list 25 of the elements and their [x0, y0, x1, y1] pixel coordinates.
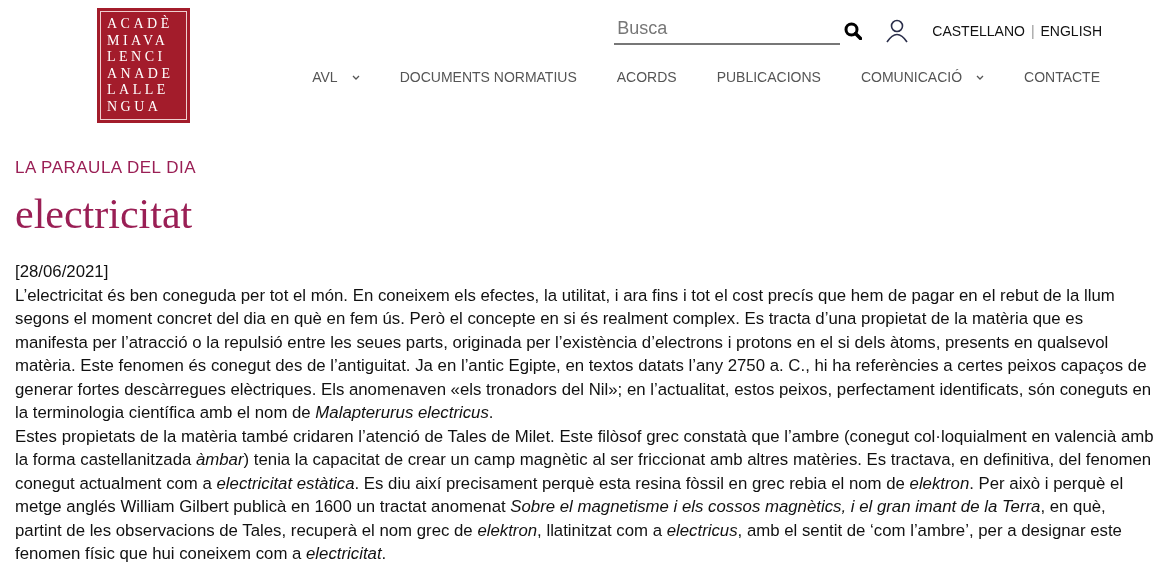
user-icon[interactable] — [886, 18, 909, 43]
academy-logo[interactable]: ACADÈ MIAVA LENCI ANADE LALLE NGUA — [97, 8, 190, 123]
logo-text: LENCI — [107, 50, 167, 65]
chevron-icon — [351, 74, 360, 80]
nav-item[interactable]: ACORDS — [616, 69, 677, 85]
nav-item[interactable]: DOCUMENTS NORMATIUS — [399, 69, 577, 85]
logo-text: ACADÈ — [107, 17, 174, 32]
chevron-icon — [976, 74, 985, 80]
section-heading: LA PARAULA DEL DIA — [15, 158, 197, 178]
nav-item[interactable]: CONTACTE — [1024, 69, 1100, 85]
logo-text: NGUA — [107, 99, 163, 114]
nav-item[interactable]: AVL — [312, 69, 360, 85]
date: [28/06/2021] — [15, 261, 110, 283]
logo-text: MIAVA — [107, 33, 170, 48]
nav-item[interactable]: PUBLICACIONS — [716, 69, 821, 85]
separator: | — [1030, 22, 1035, 39]
paragraph: L’electricitat és ben coneguda per tot el món. En coneixem els efectes, la utilitat, i ara fins i tot el cost precís que hem de pagar en el rebut de la llum segons el moment concret del dia en què en fem ús. Però el concepte en si és realment complex. Es tracta d’una propietat de la matèria que es manifesta per l’atracció o la repulsió entre les seues parts, originada per l’existència d’electrons i protons en el si dels àtoms, presents en qualsevol matèria. Este fenomen és conegut des de l’antiguitat. Ja en l’antic Egipte, en textos datats l’any 2750 a. C., hi ha referències a certes peixos capaços de generar fortes descàrregues elèctriques. Els anomenaven «els tronadors del Nil»; en l’actualitat, estos peixos, perfectament identificats, són coneguts en la terminologia científica amb el nom de Malapterurus electricus. — [15, 284, 1153, 424]
language-link[interactable]: ENGLISH — [1040, 22, 1102, 39]
language-link[interactable]: CASTELLANO — [932, 22, 1025, 39]
logo-text: ANADE — [107, 66, 175, 81]
search-icon[interactable] — [844, 21, 863, 40]
paragraph: Estes propietats de la matèria també cridaren l’atenció de Tales de Milet. Este filòsof grec constatà que l’ambre (conegut col·loquialment en valencià amb la forma castellanitzada àmbar) tenia la capacitat de crear un camp magnètic al ser friccionat amb altres matèries. Es tractava, en definitiva, del fenomen conegut actualment com a electricitat estàtica. Es diu així precisament perquè esta resina fòssil en grec rebia el nom de elektron. Per això i perquè el metge anglés William Gilbert publicà en 1600 un tractat anomenat Sobre el magnetisme i els cossos magnètics, i el gran imant de la Terra, en què, partint de les observacions de Tales, recuperà el nom grec de elektron, llatinitzat com a electricus, amb el sentit de ‘com l’ambre’, per a designar este fenomen físic que hui coneixem com a electricitat. — [15, 425, 1155, 565]
nav-item[interactable]: COMUNICACIÓ — [860, 69, 985, 85]
word-title: electricitat — [15, 190, 194, 238]
logo-text: LALLE — [107, 83, 170, 98]
